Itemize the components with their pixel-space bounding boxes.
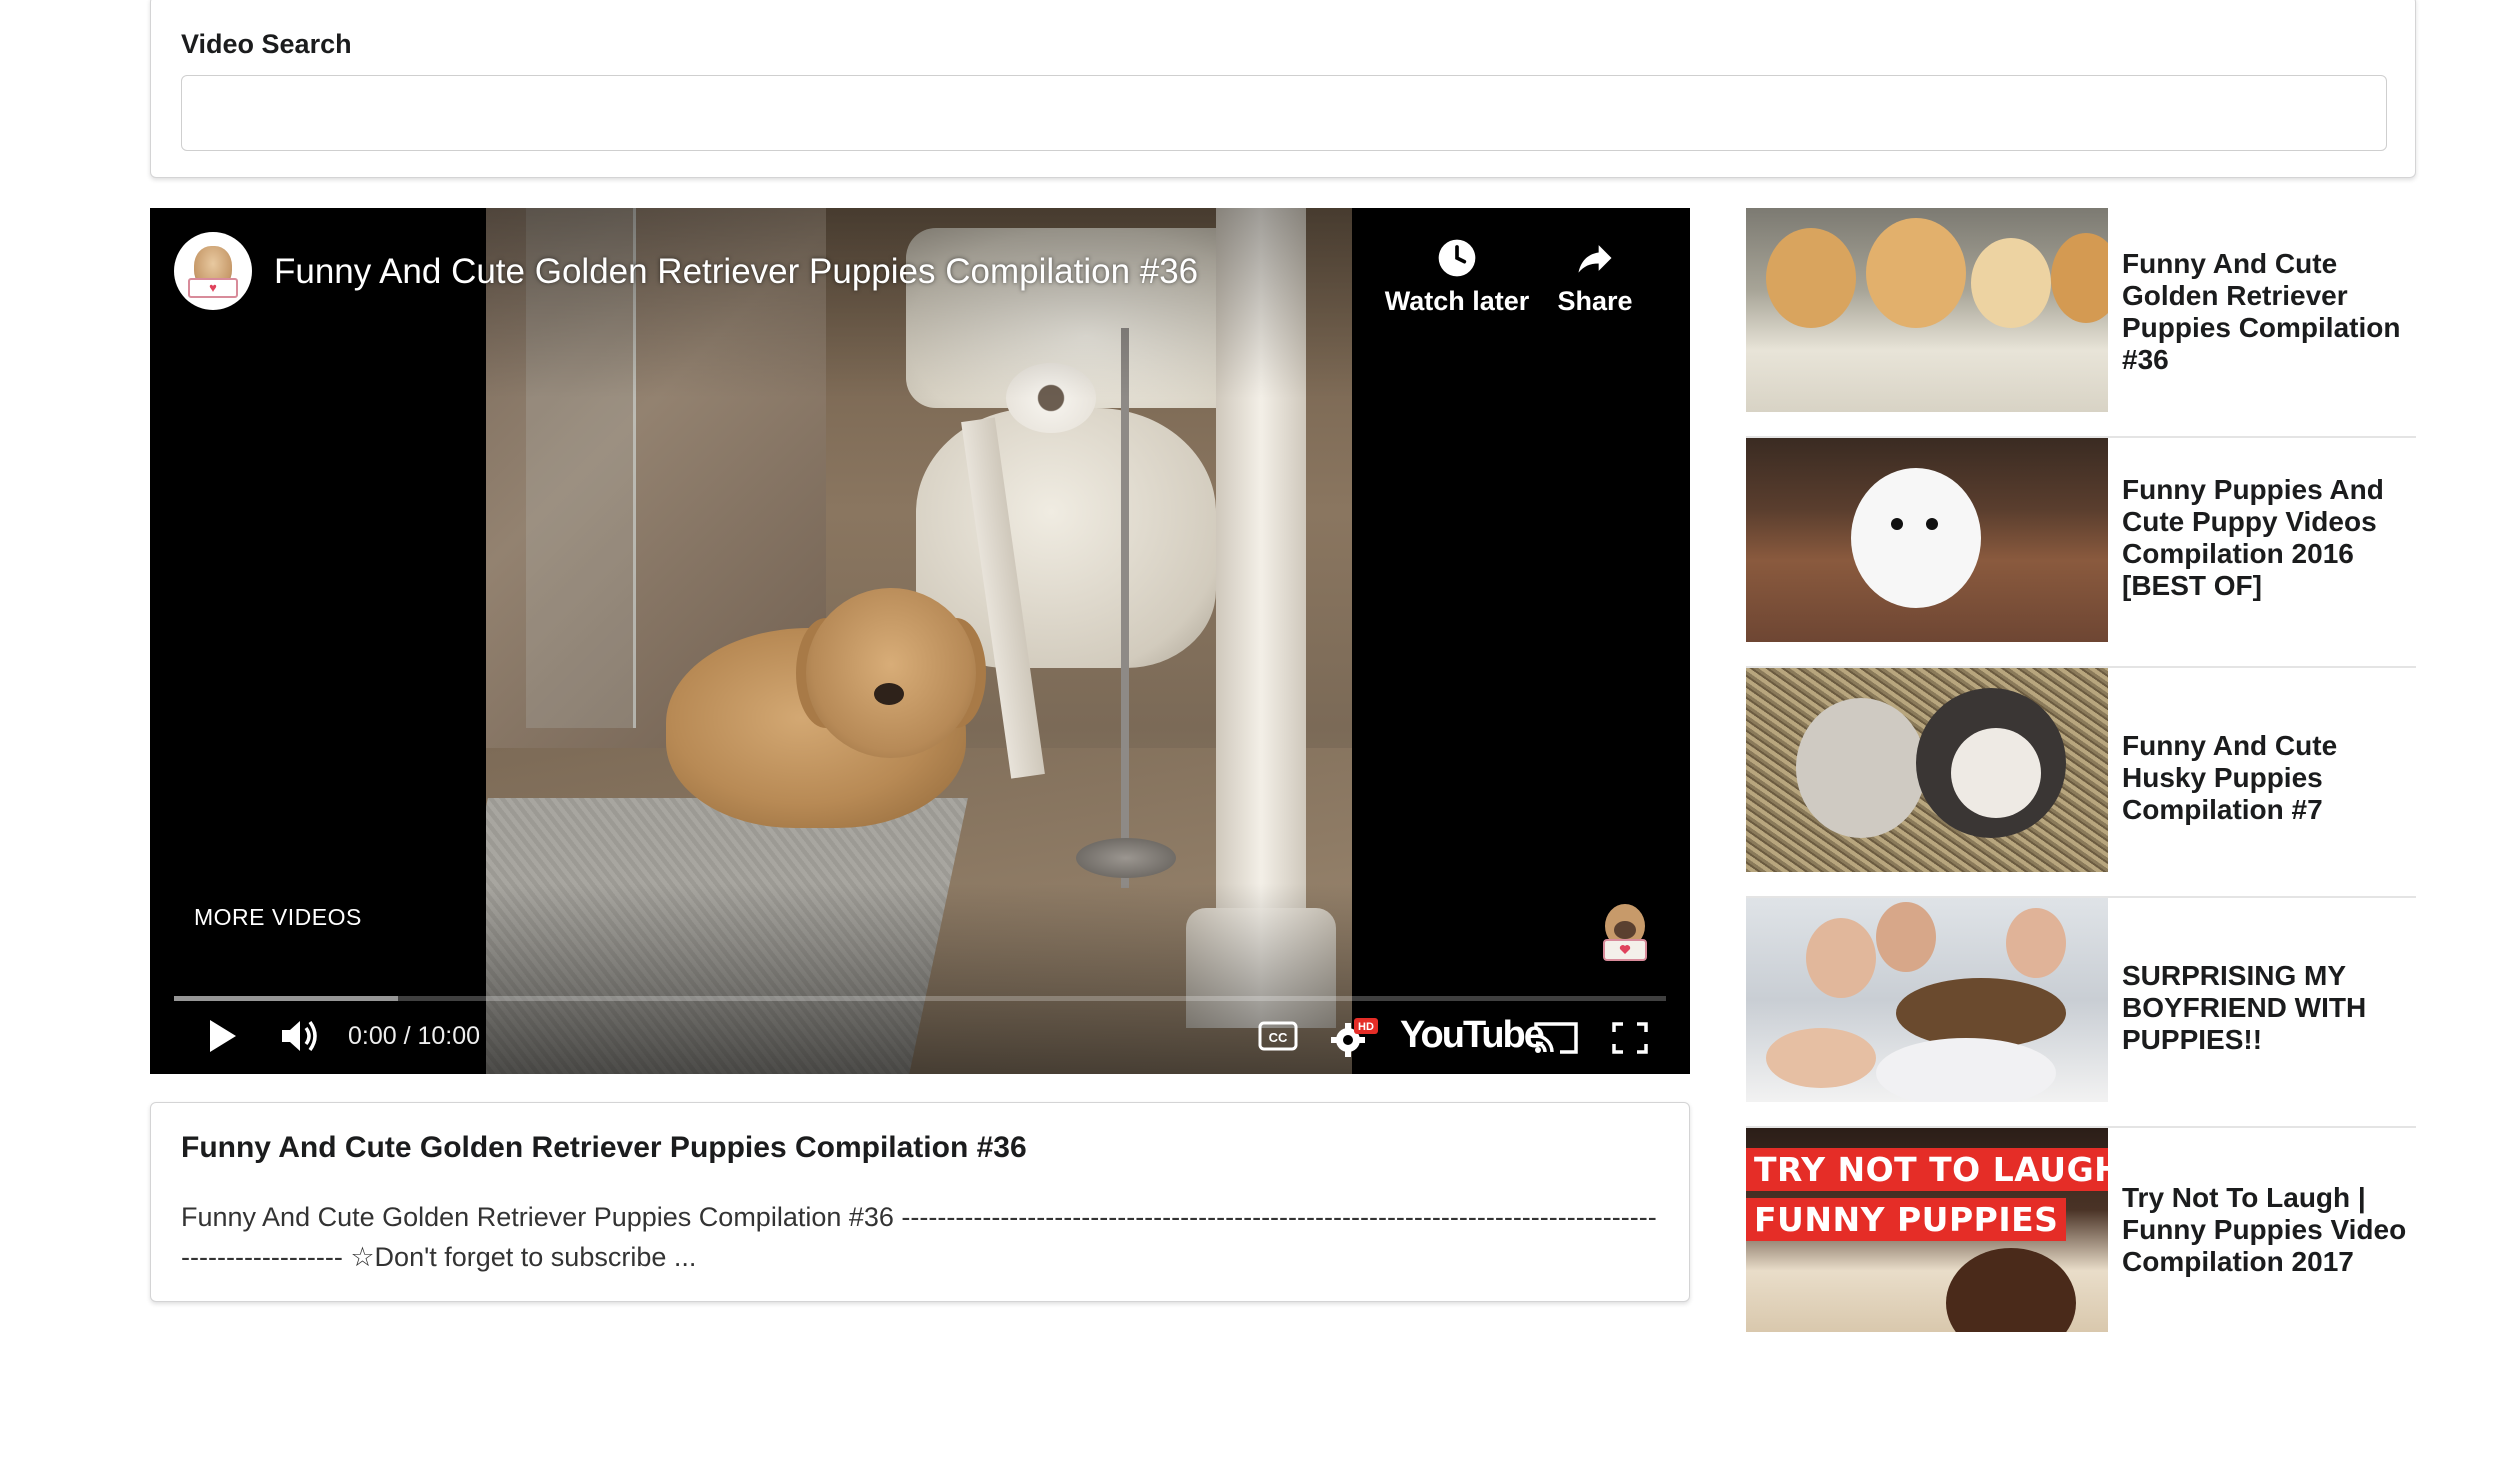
video-thumbnail[interactable]	[1746, 898, 2108, 1102]
hd-badge: HD	[1358, 1021, 1374, 1033]
player-video-title[interactable]: Funny And Cute Golden Retriever Puppies …	[274, 252, 1198, 292]
video-frame[interactable]	[486, 208, 1352, 1074]
video-list-item[interactable]: TRY NOT TO LAUGH FUNNY PUPPIES Try Not T…	[1746, 1128, 2416, 1358]
video-list-item[interactable]: Funny And Cute Golden Retriever Puppies …	[1746, 208, 2416, 438]
video-thumbnail[interactable]	[1746, 438, 2108, 642]
search-input[interactable]	[181, 75, 2387, 151]
svg-text:CC: CC	[1269, 1030, 1288, 1045]
fullscreen-button[interactable]	[1610, 1020, 1650, 1061]
captions-icon: CC	[1258, 1021, 1298, 1051]
progress-loaded	[174, 996, 398, 1001]
video-description-card: Funny And Cute Golden Retriever Puppies …	[150, 1102, 1690, 1302]
video-player[interactable]: ♥ Funny And Cute Golden Retriever Puppie…	[150, 208, 1690, 1074]
video-thumbnail[interactable]	[1746, 668, 2108, 872]
video-list-item-title[interactable]: Funny And Cute Golden Retriever Puppies …	[2122, 248, 2416, 376]
video-list-item-title[interactable]: SURPRISING MY BOYFRIEND WITH PUPPIES!!	[2122, 960, 2416, 1056]
settings-button[interactable]: HD	[1330, 1016, 1380, 1063]
search-label: Video Search	[181, 29, 352, 59]
clock-icon	[1438, 239, 1476, 277]
cast-button[interactable]	[1532, 1020, 1580, 1061]
gear-icon: HD	[1331, 1018, 1378, 1057]
video-list-item-title[interactable]: Funny Puppies And Cute Puppy Videos Comp…	[2122, 474, 2416, 602]
description-text: Funny And Cute Golden Retriever Puppies …	[181, 1202, 1657, 1272]
video-list-item-title[interactable]: Funny And Cute Husky Puppies Compilation…	[2122, 730, 2416, 826]
share-label: Share	[1557, 286, 1633, 316]
description-title: Funny And Cute Golden Retriever Puppies …	[181, 1131, 1027, 1164]
video-search-card: Video Search	[150, 0, 2416, 178]
volume-button[interactable]	[278, 1016, 322, 1061]
video-list-item[interactable]: SURPRISING MY BOYFRIEND WITH PUPPIES!!	[1746, 898, 2416, 1128]
watch-later-button[interactable]: Watch later	[1382, 236, 1532, 317]
volume-icon	[282, 1020, 317, 1052]
more-videos-button[interactable]: MORE VIDEOS	[194, 904, 362, 931]
video-thumbnail[interactable]: TRY NOT TO LAUGH FUNNY PUPPIES	[1746, 1128, 2108, 1332]
channel-avatar[interactable]: ♥	[174, 232, 252, 310]
share-arrow-icon	[1578, 245, 1612, 273]
watch-later-label: Watch later	[1384, 286, 1530, 316]
player-controls: 0:00 / 10:00 CC HD YouTube	[150, 1008, 1690, 1068]
share-button[interactable]: Share	[1540, 236, 1650, 317]
thumbnail-caption: FUNNY PUPPIES	[1746, 1198, 2067, 1241]
thumbnail-caption: TRY NOT TO LAUGH	[1746, 1148, 2108, 1191]
youtube-logo[interactable]: YouTube	[1400, 1014, 1545, 1057]
video-list-item-title[interactable]: Try Not To Laugh | Funny Puppies Video C…	[2122, 1182, 2416, 1278]
play-icon	[210, 1020, 236, 1052]
video-list-item[interactable]: Funny And Cute Husky Puppies Compilation…	[1746, 668, 2416, 898]
play-button[interactable]	[204, 1016, 240, 1061]
time-display: 0:00 / 10:00	[348, 1022, 481, 1050]
progress-bar[interactable]	[174, 996, 1666, 1001]
captions-button[interactable]: CC	[1258, 1020, 1298, 1057]
video-thumbnail[interactable]	[1746, 208, 2108, 412]
cast-icon	[1534, 1022, 1578, 1054]
video-list-item[interactable]: Funny Puppies And Cute Puppy Videos Comp…	[1746, 438, 2416, 668]
channel-watermark-icon[interactable]	[1598, 902, 1652, 964]
fullscreen-icon	[1612, 1022, 1648, 1054]
